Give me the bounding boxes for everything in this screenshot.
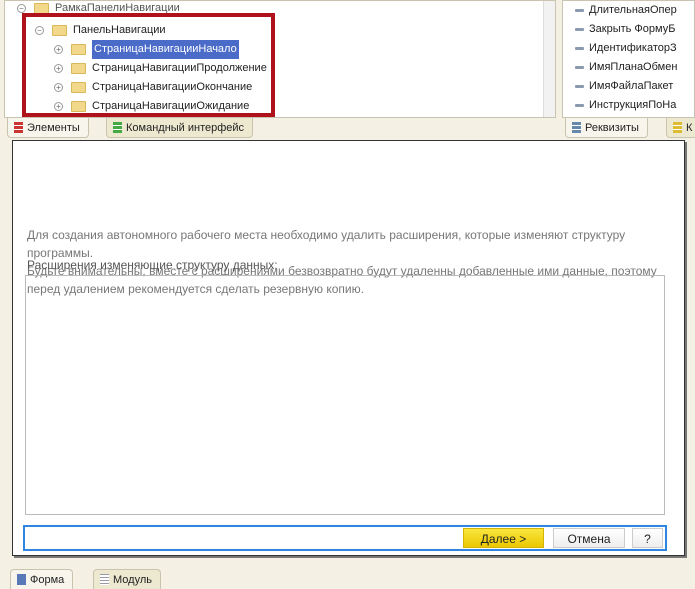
attribute-item[interactable]: ИдентификаторЗ bbox=[575, 39, 677, 58]
tree-scrollbar[interactable] bbox=[543, 1, 555, 117]
form-preview: Для создания автономного рабочего места … bbox=[12, 140, 685, 556]
tab-command-interface[interactable]: Командный интерфейс bbox=[106, 118, 254, 138]
highlight-frame bbox=[22, 13, 275, 117]
attribute-item[interactable]: Закрыть ФормуБ bbox=[575, 20, 675, 39]
attribute-icon bbox=[575, 66, 584, 69]
commands-icon bbox=[673, 122, 682, 133]
attribute-icon bbox=[575, 104, 584, 107]
attribute-item[interactable]: ИмяФайлаПакет bbox=[575, 77, 673, 96]
attribute-item[interactable]: ИмяПланаОбмен bbox=[575, 58, 677, 77]
attribute-icon bbox=[575, 85, 584, 88]
attribute-item[interactable]: ИнструкцияПоНа bbox=[575, 96, 676, 115]
attribute-icon bbox=[575, 47, 584, 50]
extensions-label: Расширения изменяющие структуру данных: bbox=[27, 258, 278, 272]
tab-attributes[interactable]: Реквизиты bbox=[565, 118, 648, 138]
attributes-list[interactable]: ДлительнаяОпер Закрыть ФормуБ Идентифика… bbox=[562, 0, 695, 118]
tab-form[interactable]: Форма bbox=[10, 569, 74, 589]
tab-commands[interactable]: К bbox=[666, 118, 695, 138]
cancel-button[interactable]: Отмена bbox=[553, 528, 625, 548]
tab-module[interactable]: Модуль bbox=[93, 569, 161, 589]
next-button[interactable]: Далее > bbox=[463, 528, 544, 548]
help-button[interactable]: ? bbox=[632, 528, 663, 548]
attribute-item[interactable]: ДлительнаяОпер bbox=[575, 1, 677, 20]
attribute-icon bbox=[575, 9, 584, 12]
extensions-list[interactable] bbox=[25, 275, 665, 515]
attributes-icon bbox=[572, 122, 581, 133]
attribute-icon bbox=[575, 28, 584, 31]
command-interface-icon bbox=[113, 122, 122, 133]
collapse-icon[interactable]: − bbox=[17, 4, 26, 13]
elements-icon bbox=[14, 122, 23, 133]
command-bar: Далее > Отмена ? bbox=[23, 525, 667, 551]
tab-elements[interactable]: Элементы bbox=[7, 118, 89, 138]
